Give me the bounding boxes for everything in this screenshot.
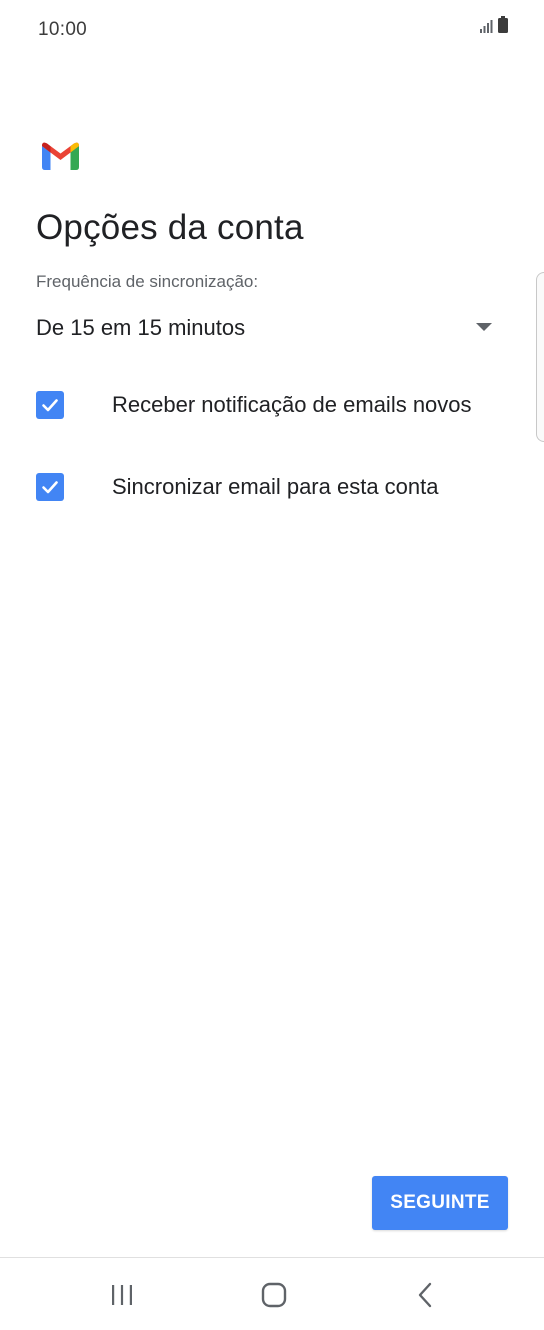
notify-new-emails-label: Receber notificação de emails novos bbox=[112, 392, 472, 417]
gmail-logo-icon bbox=[42, 142, 79, 170]
notify-new-emails-option[interactable]: Receber notificação de emails novos bbox=[36, 380, 516, 430]
recents-icon[interactable] bbox=[102, 1278, 142, 1312]
back-icon[interactable] bbox=[406, 1278, 446, 1312]
sync-frequency-value: De 15 em 15 minutos bbox=[36, 315, 246, 340]
edge-panel-handle[interactable] bbox=[536, 272, 544, 442]
notify-new-emails-checkbox[interactable] bbox=[36, 391, 64, 419]
sync-email-checkbox[interactable] bbox=[36, 473, 64, 501]
battery-icon bbox=[498, 16, 508, 38]
page-title: Opções da conta bbox=[36, 208, 304, 247]
next-button[interactable]: SEGUINTE bbox=[372, 1176, 508, 1230]
status-icons bbox=[480, 16, 508, 38]
status-bar: 10:00 bbox=[0, 0, 544, 60]
sync-frequency-dropdown[interactable]: De 15 em 15 minutos bbox=[36, 305, 504, 351]
dropdown-arrow-icon bbox=[476, 323, 492, 331]
checkmark-icon bbox=[42, 481, 58, 494]
sync-frequency-label: Frequência de sincronização: bbox=[36, 272, 259, 291]
navigation-bar bbox=[0, 1258, 544, 1330]
status-time: 10:00 bbox=[38, 19, 88, 40]
home-icon[interactable] bbox=[254, 1278, 294, 1312]
checkmark-icon bbox=[42, 399, 58, 412]
sync-email-label: Sincronizar email para esta conta bbox=[112, 474, 439, 499]
account-options-screen: 10:00 Opções da conta Frequência de sinc… bbox=[0, 0, 544, 1330]
sync-email-option[interactable]: Sincronizar email para esta conta bbox=[36, 462, 516, 512]
signal-icon bbox=[480, 19, 494, 38]
